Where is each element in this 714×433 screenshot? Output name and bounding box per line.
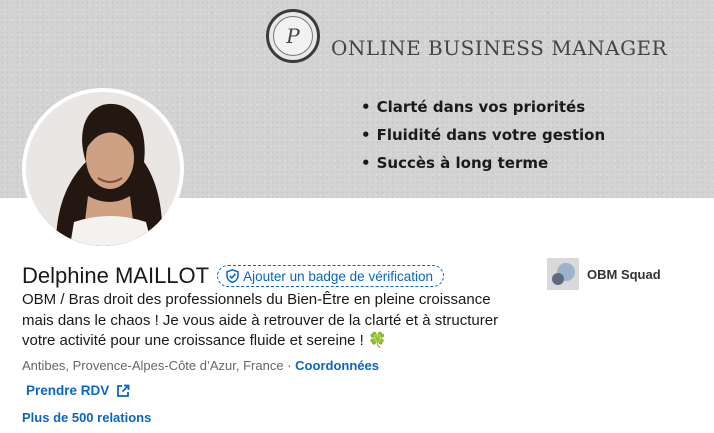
headline-line: votre activité pour une croissance fluid… [22, 332, 364, 349]
separator-dot: · [287, 358, 292, 373]
profile-photo [26, 92, 180, 246]
connections-count-link[interactable]: Plus de 500 relations [22, 410, 151, 425]
headline-line: OBM / Bras droit des professionnels du B… [22, 291, 491, 308]
booking-link-label: Prendre RDV [26, 383, 110, 398]
bullet-dot-icon: • [361, 98, 371, 116]
banner-brand-title: ONLINE BUSINESS MANAGER [331, 36, 668, 60]
company-name: OBM Squad [587, 266, 661, 282]
four-leaf-clover-icon: 🍀 [368, 332, 387, 349]
external-link-icon [117, 384, 130, 397]
shield-check-icon [226, 269, 239, 283]
booking-link[interactable]: Prendre RDV [26, 383, 130, 398]
bullet-dot-icon: • [361, 154, 371, 172]
profile-name: Delphine MAILLOT [22, 263, 210, 288]
banner-bullet-list: • Clarté dans vos priorités • Fluidité dan… [361, 96, 605, 180]
profile-location-row: Antibes, Provence-Alpes-Côte d’Azur, Fra… [22, 358, 379, 373]
banner-bullet: • Succès à long terme [361, 154, 549, 172]
brand-logo-monogram: P [273, 16, 313, 56]
headline-line: mais dans le chaos ! Je vous aide à retr… [22, 311, 499, 329]
bullet-dot-icon: • [361, 126, 371, 144]
verification-badge-button[interactable]: Ajouter un badge de vérification [217, 265, 444, 287]
brand-logo: P [266, 9, 320, 63]
company-logo [547, 258, 579, 290]
banner-bullet: • Fluidité dans votre gestion [361, 126, 606, 144]
verification-badge-label: Ajouter un badge de vérification [243, 268, 433, 284]
profile-headline: OBM / Bras droit des professionnels du B… [22, 290, 532, 352]
profile-name-row: Delphine MAILLOT Ajouter un badge de vér… [22, 262, 444, 290]
contact-info-link[interactable]: Coordonnées [295, 358, 379, 373]
current-company[interactable]: OBM Squad [547, 258, 661, 290]
profile-avatar[interactable] [22, 88, 184, 250]
location-text: Antibes, Provence-Alpes-Côte d’Azur, Fra… [22, 358, 284, 373]
banner-bullet: • Clarté dans vos priorités [361, 98, 586, 116]
